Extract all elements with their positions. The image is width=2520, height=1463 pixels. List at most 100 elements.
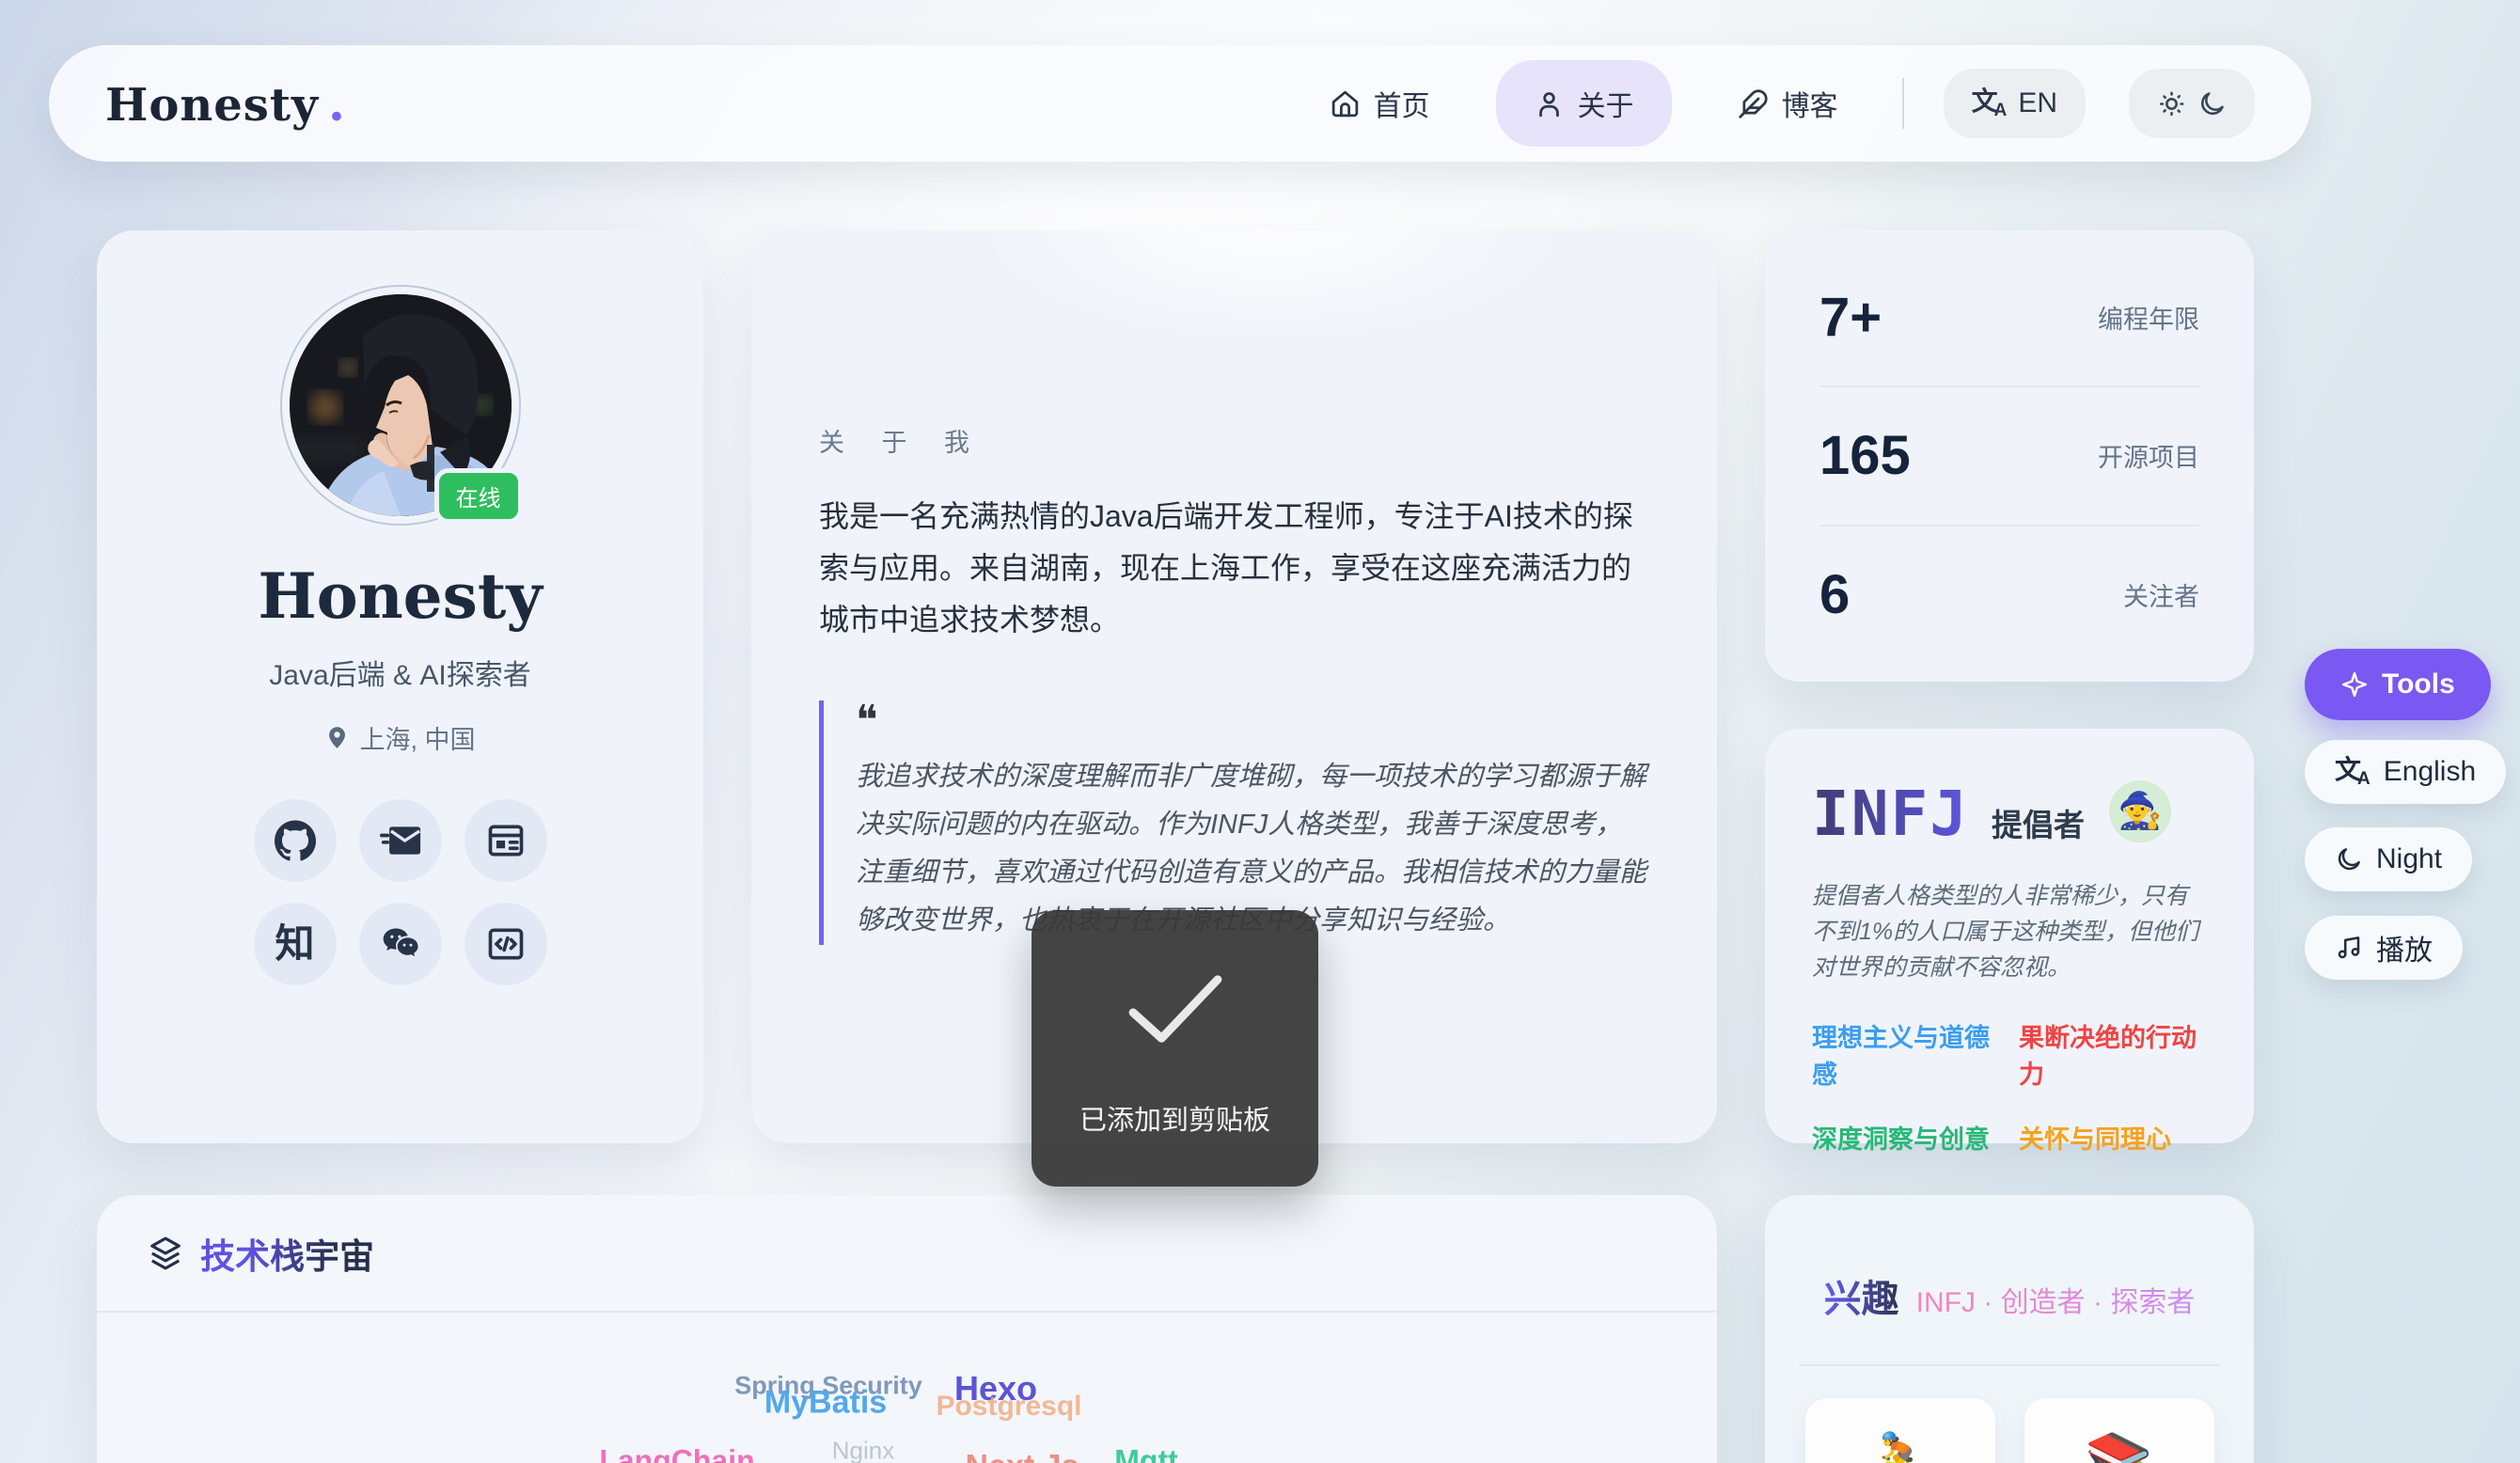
stat-label: 关注者 — [2123, 576, 2199, 613]
interests-header: 兴趣 INFJ · 创造者 · 探索者 — [1765, 1195, 2254, 1323]
status-badge: 在线 — [434, 468, 523, 524]
stat-row-followers: 6 关注者 — [1819, 525, 2199, 663]
personality-card: INFJ 提倡者 🧙 提倡者人格类型的人非常稀少，只有不到1%的人口属于这种类型… — [1765, 729, 2254, 1143]
nav-item-blog[interactable]: 博客 — [1713, 60, 1863, 147]
interests-subtitle: INFJ · 创造者 · 探索者 — [1916, 1279, 2196, 1320]
sun-icon — [2157, 89, 2186, 118]
language-label: EN — [2018, 87, 2057, 119]
tech-stack-card: 技术栈宇宙 Spring Security MyBatis Hexo Postg… — [97, 1195, 1717, 1463]
profile-role: Java后端 & AI探索者 — [97, 652, 703, 693]
translate-icon: 文A — [2335, 757, 2370, 788]
github-button[interactable] — [254, 799, 337, 882]
email-button[interactable] — [359, 799, 442, 882]
sparkle-icon — [2340, 670, 2369, 699]
personality-type: INFJ — [1812, 778, 1969, 850]
mail-send-icon — [380, 820, 421, 861]
interest-tile-cycling[interactable]: 🚴 — [1805, 1398, 1995, 1463]
code-button[interactable] — [465, 903, 547, 985]
user-icon — [1534, 88, 1565, 119]
clipboard-toast: 已添加到剪贴板 — [1032, 910, 1318, 1187]
blog-layout-icon — [485, 820, 527, 861]
cloud-word: Mqtt — [1114, 1444, 1178, 1463]
nav-item-label: 博客 — [1782, 83, 1838, 124]
profile-name: Honesty — [97, 559, 703, 633]
personality-header: INFJ 提倡者 🧙 — [1812, 778, 2207, 850]
zhihu-icon: 知 — [275, 924, 314, 964]
books-emoji-icon: 📚 — [2085, 1430, 2152, 1463]
personality-title: 提倡者 — [1992, 800, 2085, 845]
theme-toggle[interactable] — [2129, 69, 2255, 138]
moon-icon — [2197, 89, 2227, 118]
home-icon — [1330, 88, 1361, 119]
navbar: Honesty . 首页 关于 博客 文A EN — [49, 45, 2311, 162]
moon-icon — [2335, 845, 2363, 873]
stat-value: 6 — [1819, 563, 1850, 626]
stat-value: 165 — [1819, 424, 1911, 487]
social-links: 知 — [97, 799, 703, 985]
nav-item-about[interactable]: 关于 — [1496, 60, 1672, 147]
wizard-avatar: 🧙 — [2109, 780, 2171, 842]
logo-text: Honesty — [105, 79, 319, 132]
profile-card: 在线 Honesty Java后端 & AI探索者 上海, 中国 — [97, 230, 703, 1143]
cloud-word: Next.Js — [966, 1449, 1079, 1463]
personality-description: 提倡者人格类型的人非常稀少，只有不到1%的人口属于这种类型，但他们对世界的贡献不… — [1812, 878, 2207, 985]
nav-item-home[interactable]: 首页 — [1305, 60, 1455, 147]
trait-empathy: 关怀与同理心 — [2019, 1119, 2207, 1156]
logo-dot: . — [328, 75, 345, 133]
stat-row-coding-years: 7+ 编程年限 — [1819, 249, 2199, 385]
feather-icon — [1738, 88, 1769, 119]
night-button[interactable]: Night — [2305, 827, 2472, 891]
interest-tile-reading[interactable]: 📚 — [2024, 1398, 2214, 1463]
interests-divider — [1799, 1364, 2220, 1366]
language-toggle[interactable]: 文A EN — [1944, 69, 2086, 138]
layers-icon — [148, 1235, 183, 1271]
toast-message: 已添加到剪贴板 — [1079, 1098, 1270, 1138]
page: Honesty . 首页 关于 博客 文A EN — [0, 0, 2520, 1463]
english-button[interactable]: 文A English — [2305, 740, 2506, 804]
cloud-word: Nginx — [832, 1437, 894, 1463]
nav-divider — [1902, 78, 1904, 129]
tech-stack-title: 技术栈宇宙 — [200, 1228, 374, 1279]
english-label: English — [2384, 756, 2476, 788]
quote-block: ❝ 我追求技术的深度理解而非广度堆砌，每一项技术的学习都源于解决实际问题的内在驱… — [819, 700, 1649, 945]
code-icon — [485, 923, 527, 965]
github-icon — [275, 820, 316, 861]
logo[interactable]: Honesty . — [105, 75, 345, 133]
trait-list: 理想主义与道德感 果断决绝的行动力 深度洞察与创意 关怀与同理心 — [1812, 1017, 2207, 1156]
location-pin-icon — [324, 725, 350, 750]
avatar-ring: 在线 — [280, 285, 521, 526]
wechat-icon — [380, 923, 421, 965]
play-button[interactable]: 播放 — [2305, 916, 2463, 980]
stat-label: 编程年限 — [2098, 299, 2199, 336]
nav-item-label: 关于 — [1578, 83, 1634, 124]
about-label: 关 于 我 — [819, 422, 1649, 459]
cloud-word: MyBatis — [764, 1385, 887, 1422]
quote-mark-icon: ❝ — [856, 700, 1649, 742]
interests-card: 兴趣 INFJ · 创造者 · 探索者 🚴 📚 — [1765, 1195, 2254, 1463]
profile-location: 上海, 中国 — [97, 719, 703, 756]
stat-row-projects: 165 开源项目 — [1819, 385, 2199, 524]
tech-word-cloud: Spring Security MyBatis Hexo Postgresql … — [97, 1313, 1717, 1463]
tools-button[interactable]: Tools — [2305, 649, 2491, 720]
blog-button[interactable] — [465, 799, 547, 882]
checkmark-icon — [1118, 968, 1233, 1051]
stat-label: 开源项目 — [2098, 437, 2199, 474]
about-text: 我是一名充满热情的Java后端开发工程师，专注于AI技术的探索与应用。来自湖南，… — [819, 491, 1649, 646]
zhihu-button[interactable]: 知 — [254, 903, 337, 985]
interest-tiles: 🚴 📚 — [1765, 1398, 2254, 1463]
interests-title: 兴趣 — [1824, 1268, 1899, 1323]
trait-decisiveness: 果断决绝的行动力 — [2019, 1017, 2207, 1091]
play-label: 播放 — [2376, 927, 2433, 968]
nav-menu: 首页 关于 博客 文A EN — [1305, 60, 2255, 147]
translate-icon: 文A — [1972, 88, 2008, 119]
tech-stack-header: 技术栈宇宙 — [97, 1195, 1717, 1313]
wechat-button[interactable] — [359, 903, 442, 985]
cycling-emoji-icon: 🚴 — [1866, 1430, 1933, 1463]
stat-value: 7+ — [1819, 286, 1882, 349]
trait-idealism: 理想主义与道德感 — [1812, 1017, 2000, 1091]
cloud-word: LangChain — [599, 1444, 754, 1463]
music-icon — [2335, 934, 2363, 962]
stats-card: 7+ 编程年限 165 开源项目 6 关注者 — [1765, 230, 2254, 682]
night-label: Night — [2376, 843, 2442, 875]
tools-label: Tools — [2382, 669, 2455, 700]
